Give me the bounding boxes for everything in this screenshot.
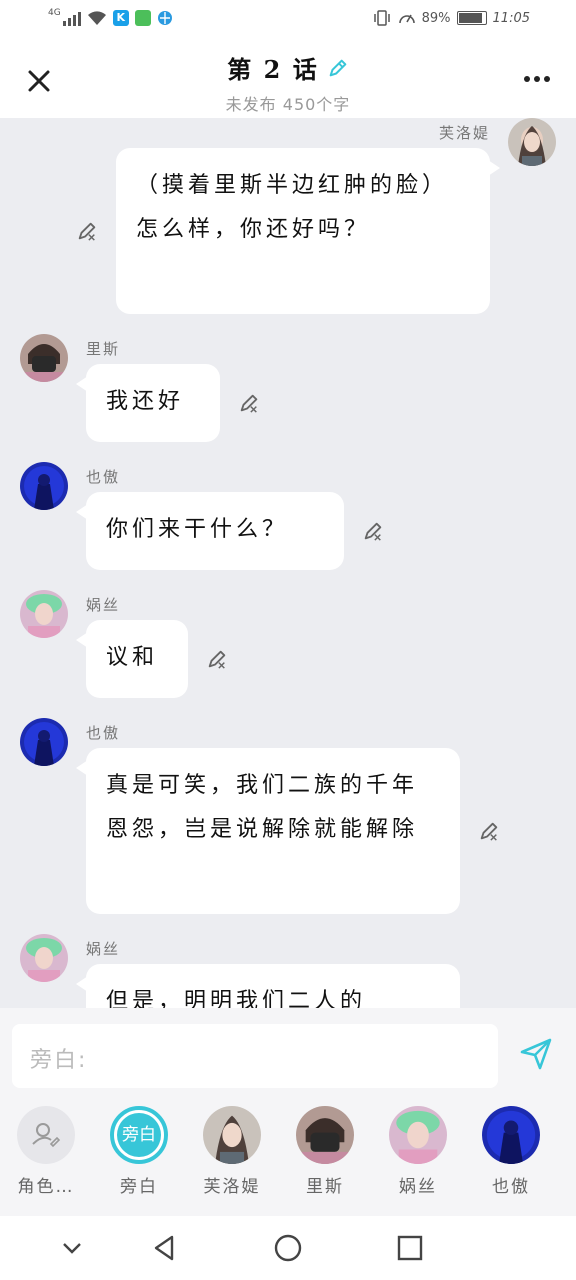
chat-area[interactable]: 芙洛媞 （摸着里斯半边红肿的脸）怎么样，你还好吗？ 里斯 我还好 也傲 你们来干… [0,118,576,1008]
battery-percent: 89% [421,10,451,26]
word-count-status: 未发布 450个字 [225,95,351,114]
edit-message-icon[interactable] [238,392,260,414]
send-icon[interactable] [518,1036,554,1072]
speaker-name: 娲丝 [86,596,121,614]
status-bar: 4G K 89% 11:05 [0,0,576,40]
role-label: 旁白 [120,1177,158,1197]
narration-badge-icon: 旁白 [110,1106,168,1164]
more-options-icon[interactable] [524,76,550,82]
edit-message-icon[interactable] [478,820,500,842]
edit-message-icon[interactable] [206,648,228,670]
wifi-icon [87,11,106,25]
role-label: 里斯 [306,1177,344,1197]
message-bubble[interactable]: 我还好 [76,364,220,442]
chapter-title: 第 2 话 [227,55,319,84]
blue-warrior-avatar [482,1106,540,1164]
message-bubble[interactable]: 你们来干什么？ [76,492,344,570]
recents-icon[interactable] [394,1232,426,1264]
signal-icon [62,10,81,26]
woman-portrait-avatar [203,1106,261,1164]
message-item: 娲丝 议和 [0,590,576,702]
role-wasi[interactable]: 娲丝 [378,1106,458,1197]
narration-input[interactable]: 旁白: [12,1024,498,1088]
masked-man-avatar [296,1106,354,1164]
edit-message-icon[interactable] [76,220,98,242]
role-narration[interactable]: 旁白 旁白 [99,1106,179,1197]
hide-keyboard-icon[interactable] [56,1232,88,1264]
blue-warrior-avatar[interactable] [20,718,68,766]
app-k-icon: K [112,10,129,26]
vibrate-icon [373,10,390,26]
message-bubble[interactable]: 议和 [76,620,188,698]
green-hair-woman-avatar[interactable] [20,590,68,638]
role-label: 娲丝 [399,1177,437,1197]
home-icon[interactable] [272,1232,304,1264]
chapter-title-row[interactable]: 第 2 话 [227,50,348,85]
speaker-name: 娲丝 [86,940,121,958]
message-item: 也傲 你们来干什么？ [0,462,576,574]
speaker-name: 芙洛媞 [438,124,490,142]
role-selector: 角色… 旁白 旁白 芙洛媞 里斯 娲丝 也傲 [0,1102,576,1216]
green-hair-woman-avatar [389,1106,447,1164]
blue-warrior-avatar[interactable] [20,462,68,510]
back-icon[interactable] [148,1232,180,1264]
message-item: 娲丝 但是，明明我们二人的 [0,934,576,1008]
browser-icon [157,11,172,25]
message-item: 里斯 我还好 [0,334,576,446]
message-bubble[interactable]: （摸着里斯半边红肿的脸）怎么样，你还好吗？ [116,148,500,314]
role-label: 角色… [17,1177,75,1197]
speed-icon [398,14,415,24]
role-yeao[interactable]: 也傲 [471,1106,551,1197]
role-label: 也傲 [492,1177,530,1197]
edit-message-icon[interactable] [362,520,384,542]
role-manage[interactable]: 角色… [6,1106,86,1197]
role-lisi[interactable]: 里斯 [285,1106,365,1197]
message-bubble[interactable]: 但是，明明我们二人的 [76,964,460,1008]
system-navigation-bar [0,1216,576,1280]
role-label: 芙洛媞 [203,1177,261,1197]
battery-icon [456,11,487,25]
clock: 11:05 [492,10,530,26]
person-edit-icon [17,1106,75,1164]
network-type: 4G [48,8,61,18]
message-bubble[interactable]: 真是可笑，我们二族的千年恩怨，岂是说解除就能解除 [76,748,460,914]
edit-title-icon[interactable] [327,57,349,79]
speaker-name: 也傲 [86,724,121,742]
masked-man-avatar[interactable] [20,334,68,382]
message-item: 也傲 真是可笑，我们二族的千年恩怨，岂是说解除就能解除 [0,718,576,918]
role-fuluoti[interactable]: 芙洛媞 [192,1106,272,1197]
speaker-name: 也傲 [86,468,121,486]
message-item: 芙洛媞 （摸着里斯半边红肿的脸）怎么样，你还好吗？ [0,118,576,318]
woman-portrait-avatar[interactable] [508,118,556,166]
header: 第 2 话 未发布 450个字 [0,40,576,118]
speaker-name: 里斯 [86,340,121,358]
green-hair-woman-avatar[interactable] [20,934,68,982]
app-leaf-icon [134,10,151,26]
composer: 旁白: [0,1008,576,1102]
narration-badge: 旁白 [117,1113,161,1157]
